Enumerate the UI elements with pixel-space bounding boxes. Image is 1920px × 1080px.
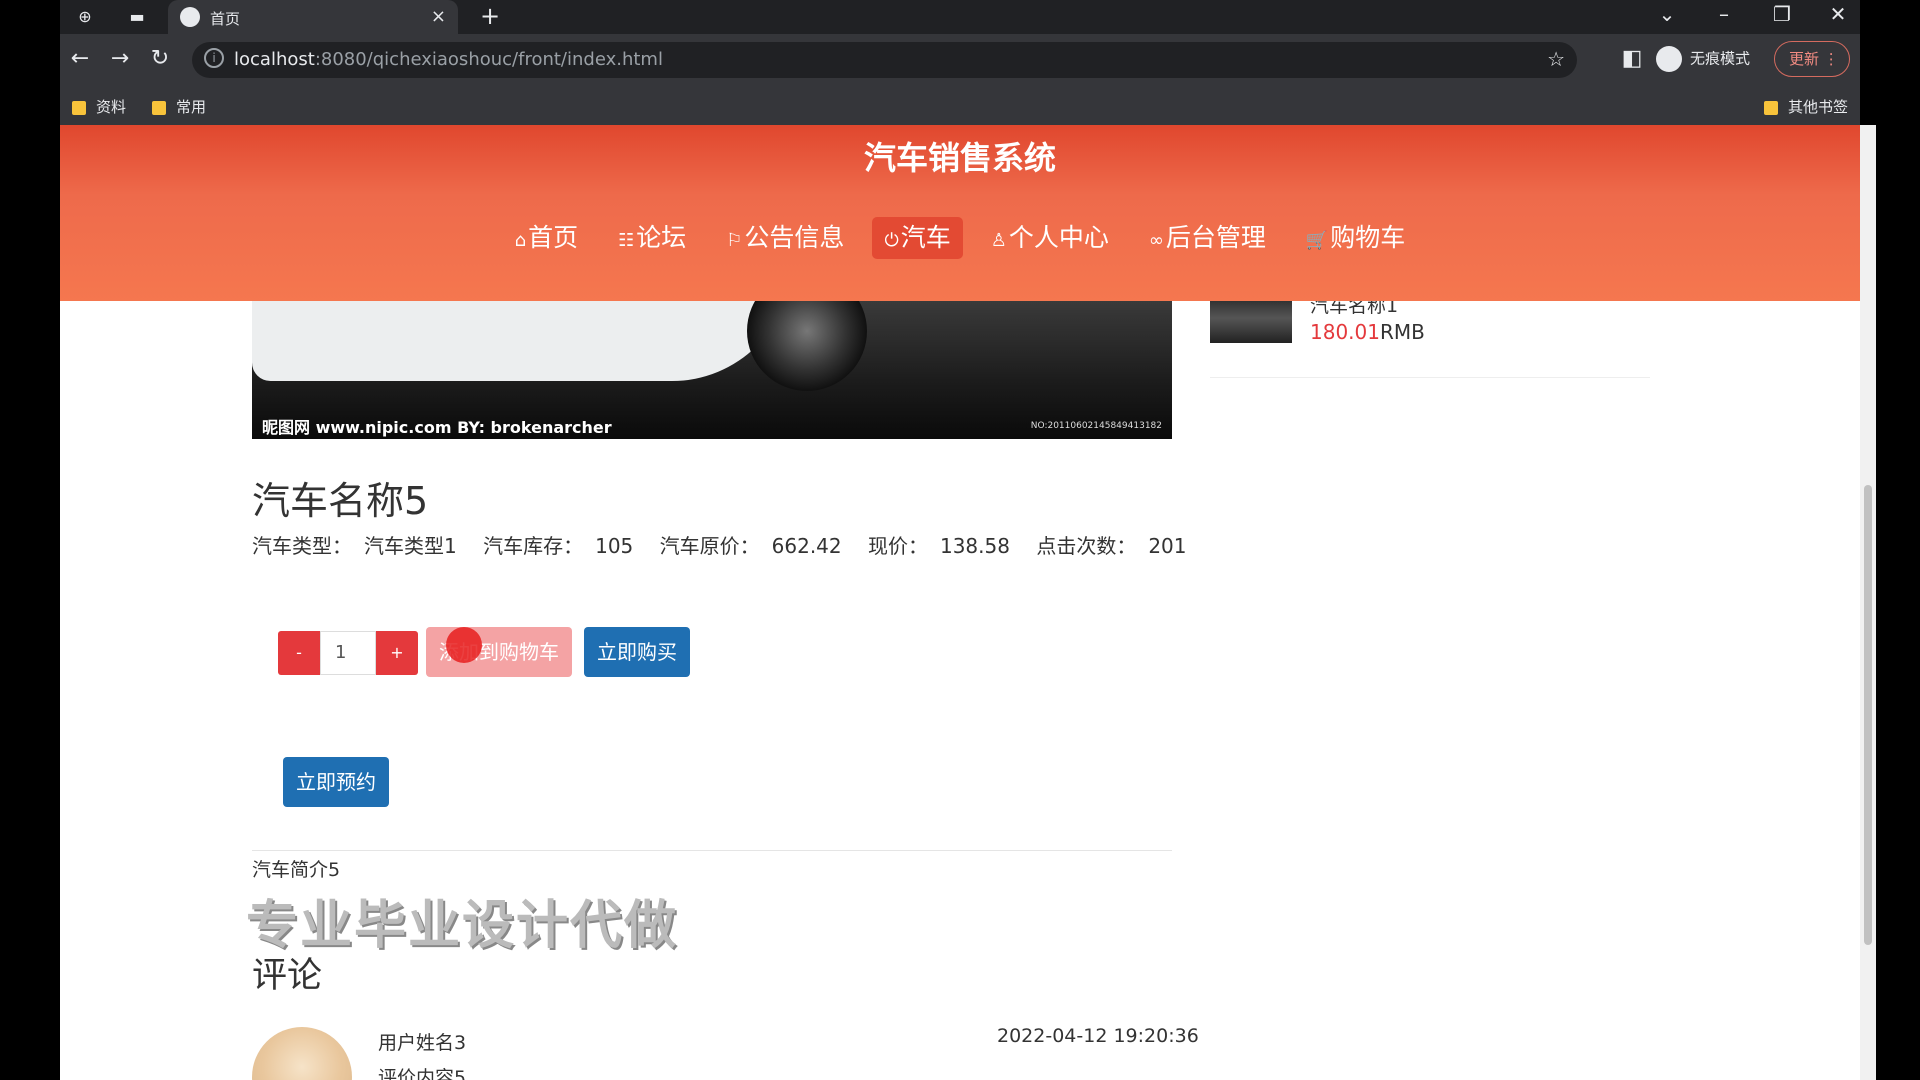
nav-item-admin[interactable]: ∞后台管理	[1137, 217, 1278, 259]
page-scrollbar[interactable]	[1860, 125, 1876, 1080]
reserve-button[interactable]: 立即预约	[283, 757, 389, 807]
comment-time: 2022-04-12 19:20:36	[997, 1025, 1199, 1047]
flag-icon: ⚐	[726, 230, 743, 251]
bookmark-folder-other[interactable]: 其他书签	[1764, 96, 1848, 117]
nav-item-notice[interactable]: ⚐公告信息	[714, 217, 856, 259]
site-title: 汽车销售系统	[863, 139, 1056, 177]
divider	[252, 850, 1172, 851]
car-meta: 汽车类型： 汽车类型1 汽车库存： 105 汽车原价： 662.42 现价： 138.5…	[252, 530, 1207, 559]
car-name: 汽车名称5	[252, 479, 429, 523]
car-wheel-shape	[747, 301, 867, 391]
url-text: localhost:8080/qichexiaoshouc/front/inde…	[234, 49, 663, 70]
comment-content: 评价内容5	[378, 1067, 467, 1080]
quantity-minus-button[interactable]: -	[278, 631, 320, 675]
scrollbar-thumb[interactable]	[1864, 485, 1872, 945]
address-bar: ← → ↻ i localhost:8080/qichexiaoshouc/fr…	[60, 34, 1860, 86]
comments-title: 评论	[252, 956, 323, 996]
main-nav: ⌂首页 ☷论坛 ⚐公告信息 ⏻汽车 ♙个人中心 ∞后台管理 🛒购物车	[60, 217, 1860, 259]
minimize-icon[interactable]: –	[1702, 2, 1746, 26]
side-car-price: 180.01RMB	[1310, 320, 1425, 344]
car-stock-label: 汽车库存：	[483, 534, 584, 558]
nav-item-home[interactable]: ⌂首页	[503, 217, 590, 259]
user-icon: ♙	[990, 230, 1007, 251]
close-window-icon[interactable]: ✕	[1816, 2, 1860, 26]
favicon-icon	[180, 7, 200, 27]
car-intro: 汽车简介5	[252, 859, 341, 881]
restore-icon[interactable]: ❐	[1760, 2, 1804, 26]
bookmark-folder-changyong[interactable]: 常用	[152, 96, 206, 117]
car-stock-value: 105	[595, 534, 634, 558]
reload-icon[interactable]: ↻	[146, 46, 174, 71]
comment-user: 用户姓名3	[378, 1032, 467, 1054]
home-icon: ⌂	[514, 230, 527, 251]
car-type-label: 汽车类型：	[252, 534, 352, 558]
cart-icon: 🛒	[1305, 230, 1329, 251]
incognito-indicator[interactable]: 无痕模式	[1656, 46, 1750, 72]
car-image: 昵图网 www.nipic.com BY: brokenarcher NO:20…	[252, 301, 1172, 439]
folder-icon	[72, 100, 86, 115]
link-icon: ∞	[1148, 230, 1164, 251]
avatar	[252, 1027, 352, 1080]
quantity-plus-button[interactable]: +	[376, 631, 418, 675]
buy-now-button[interactable]: 立即购买	[584, 627, 690, 677]
tab-home[interactable]: 首页 ×	[168, 0, 458, 34]
image-serial: NO:20110602145849413182	[1030, 421, 1162, 431]
car-price-label: 现价：	[867, 534, 928, 558]
side-panel-icon[interactable]: ◧	[1618, 46, 1646, 71]
folder-icon	[152, 100, 166, 115]
car-price-value: 138.58	[939, 534, 1010, 558]
car-orig-price-value: 662.42	[771, 534, 842, 558]
click-indicator	[446, 627, 482, 663]
tab-strip-icon[interactable]: ▬	[126, 6, 148, 28]
forum-icon: ☷	[618, 230, 635, 251]
car-clicks-label: 点击次数：	[1036, 534, 1137, 558]
tab-bar: ⊕ ▬ 首页 × + ⌄ – ❐ ✕	[60, 0, 1860, 34]
nav-item-car[interactable]: ⏻汽车	[872, 217, 963, 259]
nav-item-profile[interactable]: ♙个人中心	[979, 217, 1121, 259]
forward-icon[interactable]: →	[106, 46, 134, 71]
url-input[interactable]: i localhost:8080/qichexiaoshouc/front/in…	[192, 42, 1577, 78]
page-viewport: 昵图网 www.nipic.com BY: brokenarcher NO:20…	[60, 125, 1860, 1080]
back-icon[interactable]: ←	[66, 46, 94, 71]
nav-item-cart[interactable]: 🛒购物车	[1294, 217, 1417, 259]
power-icon: ⏻	[884, 230, 899, 251]
tab-title: 首页	[210, 10, 241, 28]
chevron-down-icon[interactable]: ⌄	[1645, 2, 1689, 26]
bookmarks-bar: 资料 常用 其他书签	[60, 86, 1860, 125]
nav-item-forum[interactable]: ☷论坛	[606, 217, 698, 259]
divider	[1210, 377, 1650, 378]
image-watermark: 昵图网 www.nipic.com BY: brokenarcher	[262, 418, 612, 437]
quantity-input[interactable]: 1	[320, 631, 376, 675]
car-type-value: 汽车类型1	[364, 534, 457, 558]
car-orig-price-label: 汽车原价：	[659, 534, 760, 558]
bookmark-folder-ziliao[interactable]: 资料	[72, 96, 126, 117]
folder-icon	[1764, 100, 1778, 115]
incognito-icon	[1656, 46, 1682, 72]
close-tab-icon[interactable]: ×	[431, 6, 446, 27]
browser-globe-icon[interactable]: ⊕	[74, 6, 96, 28]
update-button[interactable]: 更新 ⋮	[1774, 41, 1850, 77]
new-tab-icon[interactable]: +	[480, 2, 500, 30]
site-info-icon[interactable]: i	[204, 48, 224, 68]
car-body-shape	[252, 301, 792, 381]
site-header: 汽车销售系统 ⌂首页 ☷论坛 ⚐公告信息 ⏻汽车 ♙个人中心 ∞后台管理 🛒购物…	[60, 125, 1860, 301]
car-clicks-value: 201	[1148, 534, 1187, 558]
bookmark-star-icon[interactable]: ☆	[1547, 47, 1565, 71]
